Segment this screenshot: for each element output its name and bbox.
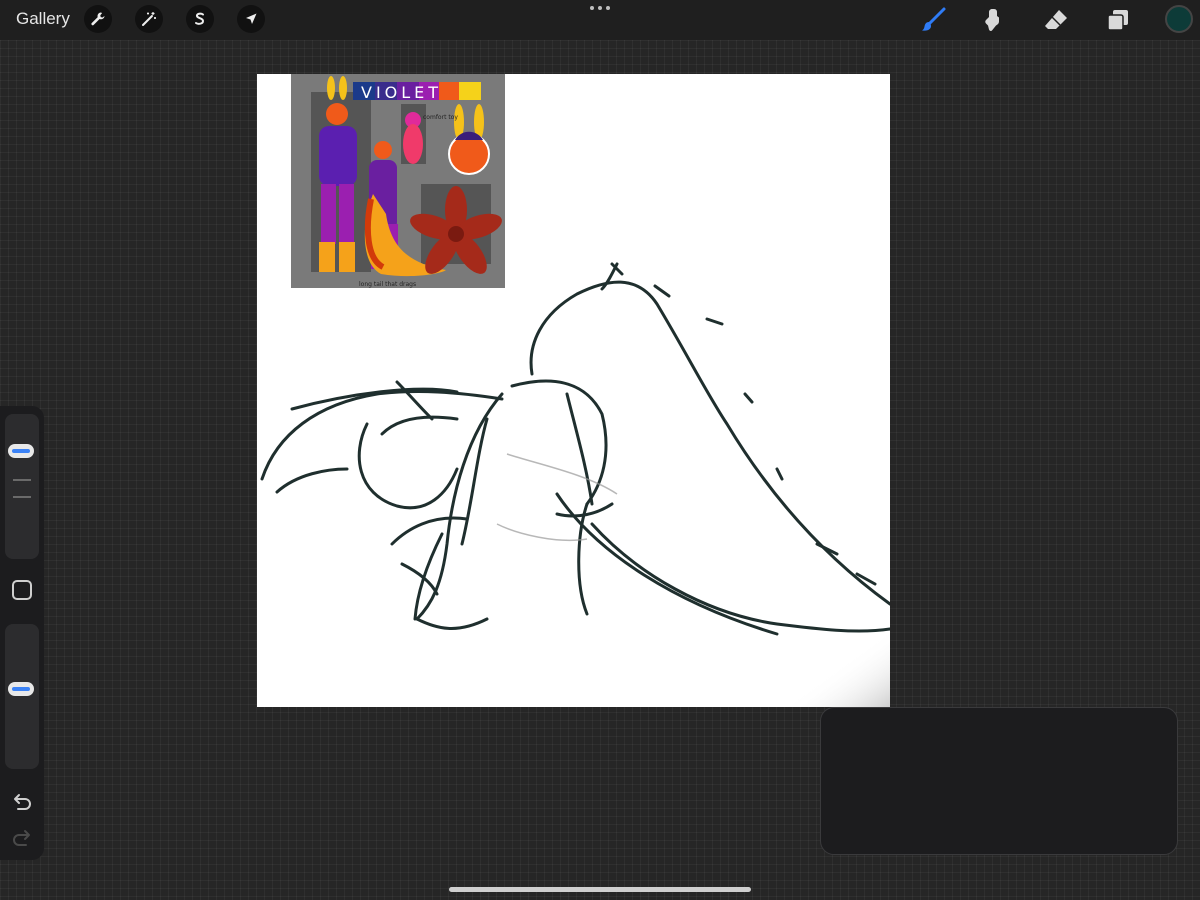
opacity-thumb[interactable] [8, 682, 34, 696]
wrench-icon[interactable] [84, 5, 112, 33]
opacity-slider[interactable] [5, 624, 39, 769]
drawing-canvas[interactable]: VIOLET comfort toy long tail that drags [257, 74, 890, 707]
selection-s-icon[interactable] [186, 5, 214, 33]
reference-panel[interactable] [820, 707, 1178, 855]
arrow-cursor-icon[interactable] [237, 5, 265, 33]
layers-icon[interactable] [1103, 5, 1133, 35]
brush-icon[interactable] [918, 5, 948, 35]
brush-size-thumb[interactable] [8, 444, 34, 458]
sketch-strokes [260, 262, 890, 707]
color-picker-swatch[interactable] [1165, 5, 1193, 33]
eraser-icon[interactable] [1041, 5, 1071, 35]
top-toolbar: Gallery [0, 0, 1200, 40]
undo-icon[interactable] [10, 790, 34, 814]
magic-wand-icon[interactable] [135, 5, 163, 33]
smudge-icon[interactable] [979, 5, 1009, 35]
gallery-button[interactable]: Gallery [16, 9, 70, 29]
side-toolbar [0, 406, 44, 860]
brush-size-slider[interactable] [5, 414, 39, 559]
redo-icon[interactable] [10, 826, 34, 850]
home-indicator[interactable] [449, 887, 751, 892]
more-options-icon[interactable] [588, 2, 612, 14]
modify-square-button[interactable] [12, 580, 32, 600]
